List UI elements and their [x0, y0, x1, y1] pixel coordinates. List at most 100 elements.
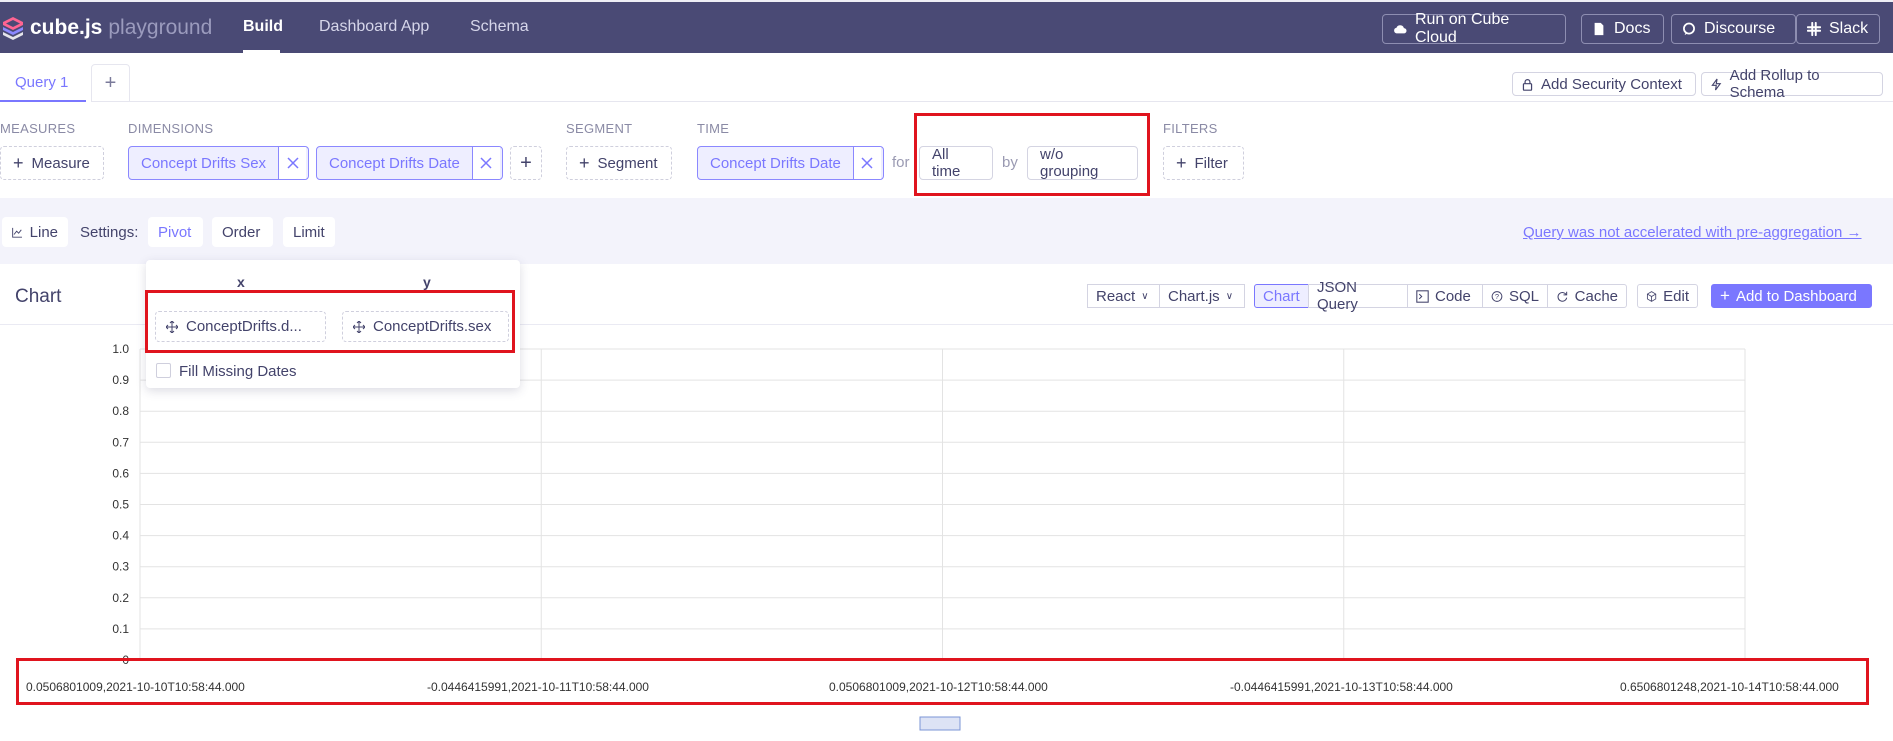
add-rollup-button[interactable]: Add Rollup to Schema [1701, 67, 1883, 101]
chart-title: Chart [15, 286, 62, 307]
highlight-box-time [914, 113, 1150, 196]
y-tick-label: 0.4 [112, 529, 129, 543]
pivot-x-header: x [237, 274, 245, 290]
dimension-sex-label: Concept Drifts Sex [141, 154, 267, 172]
logo-subtext: playground [108, 16, 213, 39]
edit-label: Edit [1663, 287, 1689, 305]
docs-button[interactable]: Docs [1581, 14, 1664, 44]
nav-dashboard-app[interactable]: Dashboard App [319, 18, 429, 36]
measure-label: Measure [31, 154, 90, 172]
slack-icon [1807, 22, 1821, 36]
tab-query-1[interactable]: Query 1 [0, 64, 86, 102]
svg-text:?: ? [1495, 292, 1499, 301]
pivot-y-header: y [423, 274, 431, 290]
add-measure-button[interactable]: + Measure [0, 146, 104, 180]
dimensions-label: DIMENSIONS [128, 121, 214, 136]
discourse-label: Discourse [1704, 20, 1776, 37]
refresh-icon [1557, 291, 1568, 302]
y-tick-label: 0.8 [112, 404, 129, 418]
lightning-icon [1711, 78, 1722, 90]
library-select[interactable]: Chart.js ∨ [1159, 284, 1245, 308]
logo[interactable]: cube.js playground [2, 16, 212, 40]
top-navbar: cube.js playground Build Dashboard App S… [0, 0, 1893, 53]
dimension-date-label: Concept Drifts Date [329, 154, 460, 172]
plus-icon: + [1720, 286, 1730, 305]
chevron-down-icon: ∨ [1141, 290, 1149, 302]
discourse-button[interactable]: Discourse [1671, 14, 1796, 44]
tabs-divider [130, 101, 1893, 102]
time-dimension-label: Concept Drifts Date [710, 154, 841, 172]
close-icon[interactable] [852, 147, 881, 179]
time-dimension-pill[interactable]: Concept Drifts Date [697, 146, 884, 180]
y-tick-label: 1.0 [112, 342, 129, 356]
logo-text: cube.js [30, 16, 103, 39]
fill-missing-dates-checkbox[interactable] [156, 363, 171, 378]
nav-schema[interactable]: Schema [470, 18, 529, 36]
filters-label: FILTERS [1163, 121, 1218, 136]
add-dashboard-label: Add to Dashboard [1735, 287, 1857, 305]
fill-missing-dates-label: Fill Missing Dates [179, 363, 297, 380]
measures-label: MEASURES [0, 121, 76, 136]
add-segment-button[interactable]: + Segment [566, 146, 672, 180]
docs-label: Docs [1614, 20, 1651, 37]
plus-icon: + [13, 152, 24, 173]
order-button[interactable]: Order [212, 217, 273, 247]
cube-logo-icon [3, 17, 23, 40]
y-tick-label: 0.3 [112, 560, 129, 574]
framework-label: React [1096, 287, 1136, 305]
sql-label: SQL [1508, 287, 1539, 305]
add-security-context-button[interactable]: Add Security Context [1512, 72, 1696, 96]
y-tick-label: 0.9 [112, 373, 129, 387]
cache-label: Cache [1574, 287, 1618, 305]
highlight-box-x-axis [16, 658, 1869, 705]
library-label: Chart.js [1168, 287, 1220, 305]
framework-select[interactable]: React ∨ [1087, 284, 1160, 308]
time-label: TIME [697, 121, 730, 136]
filter-button-label: Filter [1194, 154, 1228, 172]
add-filter-button[interactable]: + Filter [1163, 146, 1244, 180]
question-circle-icon: ? [1491, 290, 1503, 302]
limit-button[interactable]: Limit [283, 217, 335, 247]
tab-code[interactable]: Code [1407, 284, 1483, 308]
cloud-icon [1394, 25, 1407, 34]
add-rollup-label: Add Rollup to Schema [1729, 67, 1820, 101]
plus-icon: + [520, 151, 532, 174]
pivot-button[interactable]: Pivot [148, 217, 203, 247]
chart-type-select[interactable]: Line [2, 217, 68, 247]
y-tick-label: 0.1 [112, 622, 129, 636]
document-icon [1594, 22, 1604, 36]
chart-scroll-handle [919, 716, 961, 731]
nav-build[interactable]: Build [243, 18, 283, 36]
pre-aggregation-link[interactable]: Query was not accelerated with pre-aggre… [1523, 224, 1862, 241]
run-on-cube-cloud-button[interactable]: Run on Cube Cloud [1382, 11, 1566, 46]
y-tick-label: 0.5 [112, 498, 129, 512]
slack-button[interactable]: Slack [1796, 14, 1880, 44]
y-tick-label: 0.7 [112, 435, 129, 449]
close-icon[interactable] [471, 147, 500, 179]
highlight-box-pivot [145, 290, 515, 353]
tab-json-query[interactable]: JSON Query [1308, 279, 1408, 313]
settings-label: Settings: [80, 224, 139, 241]
segment-button-label: Segment [597, 154, 658, 172]
tab-chart[interactable]: Chart [1254, 284, 1309, 308]
plus-icon: + [1176, 152, 1187, 173]
add-query-tab-button[interactable]: + [91, 64, 130, 102]
y-tick-label: 0.6 [112, 466, 129, 480]
add-to-dashboard-button[interactable]: + Add to Dashboard [1711, 284, 1872, 308]
tab-cache[interactable]: Cache [1547, 284, 1627, 308]
slack-label: Slack [1829, 20, 1869, 37]
add-dimension-button[interactable]: + [510, 146, 542, 180]
tab-sql[interactable]: ? SQL [1482, 284, 1548, 308]
for-label: for [892, 154, 910, 171]
segment-label: SEGMENT [566, 121, 633, 136]
nav-active-indicator [243, 50, 280, 53]
close-icon[interactable] [278, 147, 307, 179]
codesandbox-icon [1646, 290, 1657, 302]
edit-button[interactable]: Edit [1637, 284, 1698, 308]
dimension-pill-sex[interactable]: Concept Drifts Sex [128, 146, 309, 180]
lock-icon [1522, 78, 1533, 91]
dimension-pill-date[interactable]: Concept Drifts Date [316, 146, 503, 180]
chart-type-label: Line [29, 223, 58, 241]
plus-icon: + [579, 152, 590, 173]
chat-bubble-icon [1683, 22, 1695, 36]
